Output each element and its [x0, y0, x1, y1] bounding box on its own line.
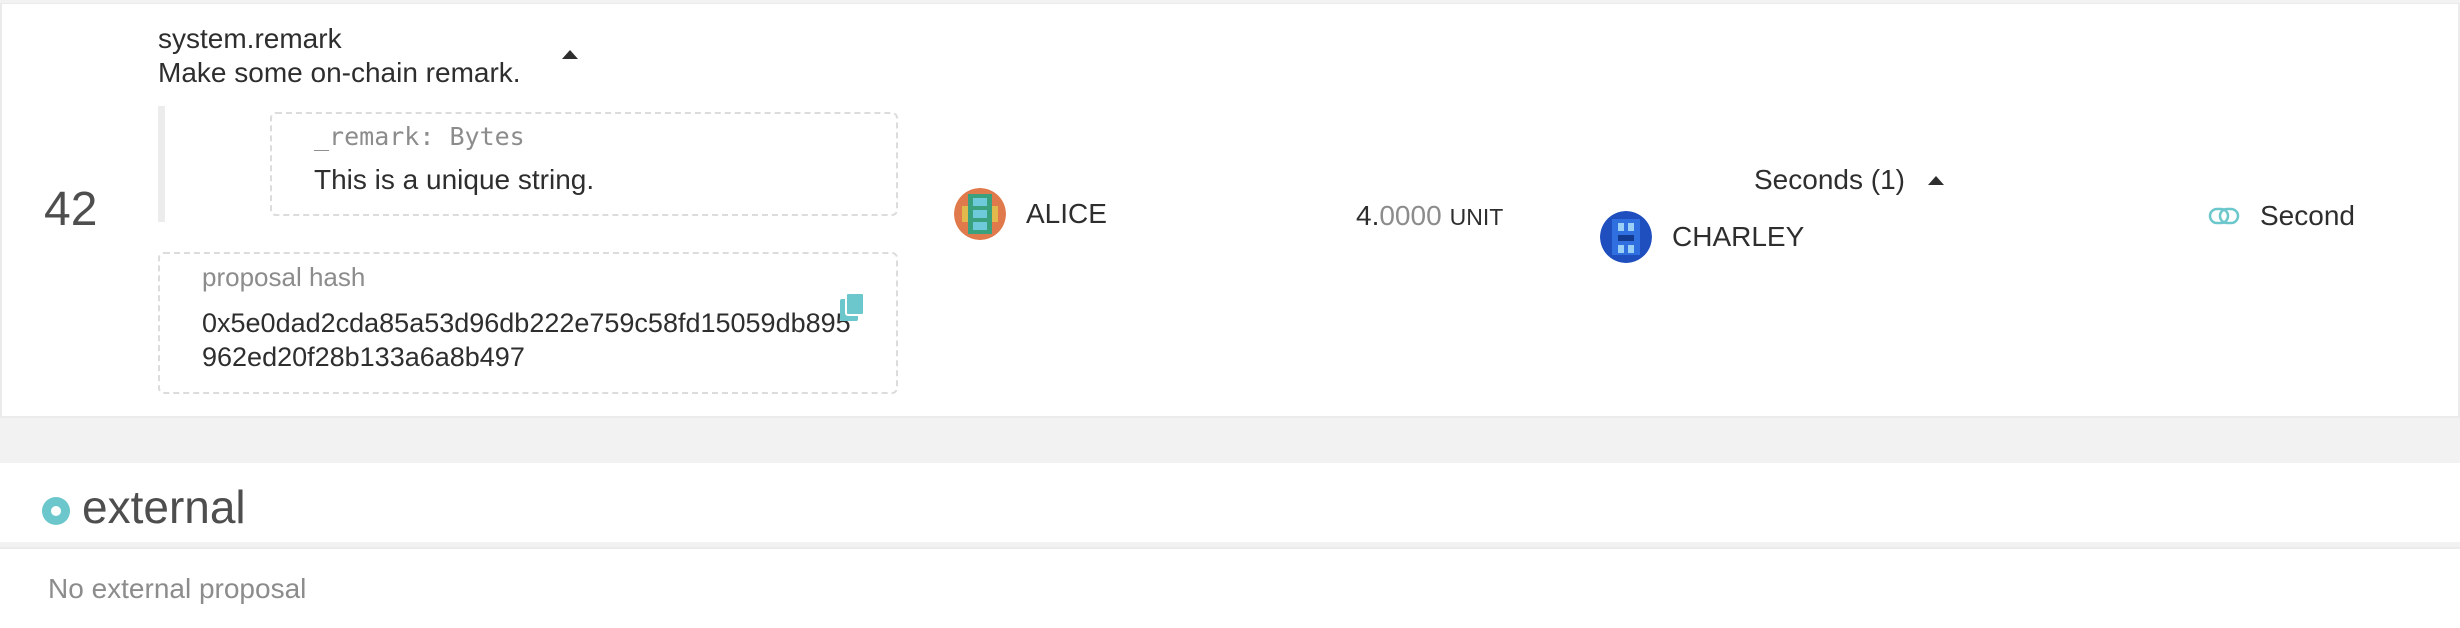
- proposal-row: 42 system.remark Make some on-chain rema…: [0, 3, 2460, 418]
- external-section-header: external: [0, 463, 2460, 542]
- section-title: external: [82, 481, 246, 533]
- proposal-index: 42: [44, 183, 98, 236]
- locked-balance: 4.0000 UNIT: [1356, 200, 1503, 232]
- param-indent-bar: [158, 106, 165, 222]
- hash-label: proposal hash: [202, 262, 366, 292]
- param-value: This is a unique string.: [314, 164, 595, 195]
- hash-value: 0x5e0dad2cda85a53d96db222e759c58fd15059d…: [202, 308, 851, 372]
- proposal-hash-field: proposal hash 0x5e0dad2cda85a53d96db222e…: [158, 252, 898, 394]
- second-button-label: Second: [2260, 200, 2355, 231]
- proposer[interactable]: ALICE: [954, 188, 1107, 240]
- copy-icon[interactable]: [838, 292, 866, 324]
- call-name: system.remark: [158, 23, 342, 54]
- external-empty-row: No external proposal: [0, 547, 2460, 628]
- call-description: Make some on-chain remark.: [158, 57, 521, 88]
- seconder-name: CHARLEY: [1672, 221, 1805, 252]
- avatar: [1600, 211, 1652, 263]
- balance-unit: UNIT: [1449, 204, 1504, 230]
- toggle-link-icon: [2208, 207, 2240, 225]
- seconds-expander[interactable]: Seconds (1): [1754, 164, 1905, 196]
- empty-text: No external proposal: [48, 573, 307, 604]
- proposer-name: ALICE: [1026, 198, 1107, 229]
- avatar: [954, 188, 1006, 240]
- balance-decimals: 0000: [1379, 200, 1442, 231]
- chevron-up-icon[interactable]: [1928, 176, 1944, 185]
- collapse-toggle-icon[interactable]: [562, 50, 578, 59]
- param-label: _remark: Bytes: [314, 122, 525, 151]
- dot-circle-icon: [42, 497, 70, 525]
- seconder[interactable]: CHARLEY: [1600, 211, 1804, 263]
- balance-whole: 4.: [1356, 200, 1380, 231]
- second-button[interactable]: Second: [2208, 200, 2355, 232]
- param-field: _remark: Bytes This is a unique string.: [270, 112, 898, 216]
